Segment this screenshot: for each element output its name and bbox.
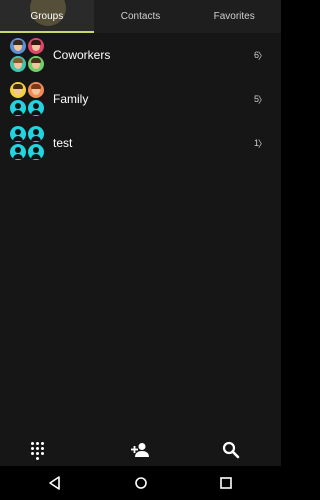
tab-bar: Groups Contacts Favorites	[0, 0, 281, 33]
tab-contacts-label: Contacts	[120, 11, 161, 22]
recents-icon[interactable]	[218, 475, 234, 491]
contact-avatar	[10, 144, 26, 160]
group-avatar-grid	[10, 126, 44, 160]
group-avatar-grid	[10, 38, 44, 72]
contact-avatar	[10, 126, 26, 142]
search-icon[interactable]	[221, 440, 241, 460]
contact-avatar	[10, 82, 26, 98]
tab-groups[interactable]: Groups	[0, 0, 94, 33]
chevron-right-icon: 〉	[257, 138, 267, 149]
system-navigation-bar	[0, 466, 281, 500]
add-person-icon[interactable]	[130, 440, 150, 460]
contact-avatar	[28, 56, 44, 72]
bottom-toolbar	[0, 434, 281, 466]
chevron-right-icon: 〉	[257, 50, 267, 61]
contact-avatar	[28, 126, 44, 142]
group-row-coworkers[interactable]: Coworkers 6 〉	[0, 33, 281, 77]
chevron-right-icon: 〉	[257, 94, 267, 105]
tab-favorites-label: Favorites	[213, 11, 255, 22]
tab-groups-label: Groups	[30, 11, 64, 22]
group-row-test[interactable]: test 1 〉	[0, 121, 281, 165]
contact-avatar	[10, 38, 26, 54]
group-avatar-grid	[10, 82, 44, 116]
back-icon[interactable]	[47, 475, 63, 491]
tab-favorites[interactable]: Favorites	[187, 0, 281, 33]
contact-avatar	[28, 82, 44, 98]
groups-list: Coworkers 6 〉 Family 5 〉 test 1 〉	[0, 33, 281, 165]
contact-avatar	[28, 100, 44, 116]
dialpad-icon[interactable]	[31, 442, 44, 460]
contacts-app: Groups Contacts Favorites Coworkers 6 〉	[0, 0, 281, 466]
contact-avatar	[28, 38, 44, 54]
contact-avatar	[10, 56, 26, 72]
group-row-family[interactable]: Family 5 〉	[0, 77, 281, 121]
group-name: Coworkers	[53, 48, 111, 62]
tab-contacts[interactable]: Contacts	[94, 0, 188, 33]
home-icon[interactable]	[133, 475, 149, 491]
group-name: Family	[53, 92, 89, 106]
contact-avatar	[10, 100, 26, 116]
contact-avatar	[28, 144, 44, 160]
group-name: test	[53, 136, 73, 150]
